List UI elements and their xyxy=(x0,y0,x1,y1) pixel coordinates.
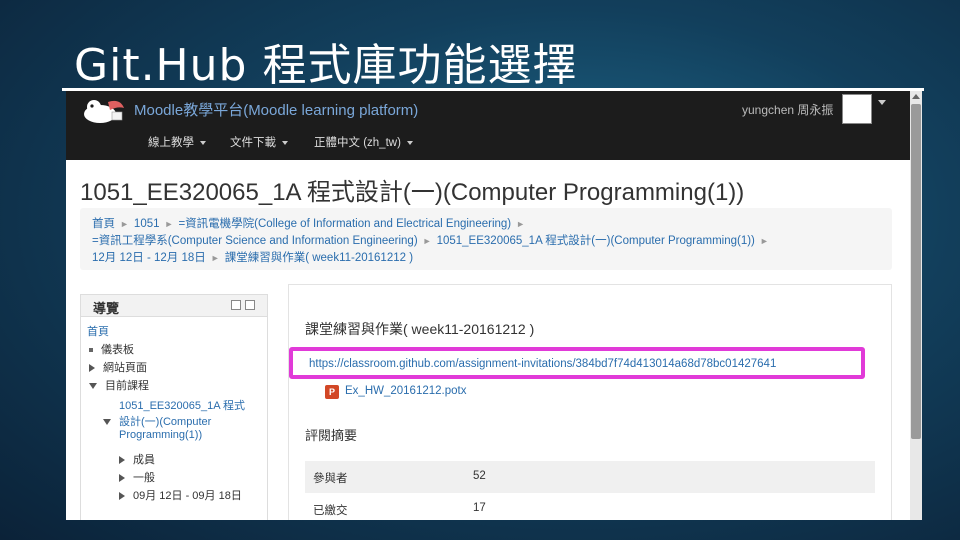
grading-summary-title: 評閱摘要 xyxy=(305,428,358,443)
menu-item-downloads[interactable]: 文件下載 xyxy=(230,134,288,150)
breadcrumb-separator-icon: ► xyxy=(422,236,432,246)
expand-arrow-icon xyxy=(89,364,95,373)
nav-item-general[interactable]: 一般 xyxy=(119,469,155,485)
expand-arrow-icon xyxy=(119,456,125,465)
breadcrumb-course[interactable]: 1051_EE320065_1A 程式設計(一)(Computer Progra… xyxy=(437,235,755,247)
breadcrumb-college[interactable]: =資訊電機學院(College of Information and Elect… xyxy=(178,218,511,230)
course-title: 1051_EE320065_1A 程式設計(一)(Computer Progra… xyxy=(80,179,745,206)
scroll-up-arrow-icon[interactable] xyxy=(912,94,920,99)
moodle-screenshot: Moodle教學平台(Moodle learning platform) yun… xyxy=(66,90,922,520)
summary-label: 參與者 xyxy=(313,473,348,485)
dock-block-icon[interactable] xyxy=(245,300,255,310)
summary-label: 已繳交 xyxy=(313,505,348,517)
menu-item-language[interactable]: 正體中文 (zh_tw) xyxy=(314,134,413,150)
nav-item-course-name-line1[interactable]: 1051_EE320065_1A 程式 xyxy=(119,397,245,413)
github-classroom-invitation-link[interactable]: https://classroom.github.com/assignment-… xyxy=(309,358,776,370)
chevron-down-icon xyxy=(406,140,413,145)
assignment-content: 課堂練習與作業( week11-20161212 ) https://class… xyxy=(288,284,892,520)
nav-item-home[interactable]: 首頁 xyxy=(87,323,109,339)
menu-item-online-teaching[interactable]: 線上教學 xyxy=(148,134,206,150)
user-name[interactable]: yungchen 周永振 xyxy=(742,101,833,118)
breadcrumb-week[interactable]: 12月 12日 - 12月 18日 xyxy=(92,252,206,264)
breadcrumb-separator-icon: ► xyxy=(759,236,769,246)
top-navbar: Moodle教學平台(Moodle learning platform) yun… xyxy=(66,90,910,160)
nav-item-site-pages[interactable]: 網站頁面 xyxy=(89,359,147,375)
navigation-block-header: 導覽 xyxy=(81,295,267,317)
breadcrumb: 首頁 ► 1051 ► =資訊電機學院(College of Information a… xyxy=(80,208,892,270)
table-row: 參與者 52 xyxy=(305,461,875,493)
scrollbar-thumb[interactable] xyxy=(911,104,921,439)
collapse-arrow-icon xyxy=(103,419,111,426)
breadcrumb-department[interactable]: =資訊工程學系(Computer Science and Information… xyxy=(92,235,418,247)
site-brand-link[interactable]: Moodle教學平台(Moodle learning platform) xyxy=(134,99,418,120)
grading-summary-table: 參與者 52 已繳交 17 xyxy=(305,461,875,520)
expand-arrow-icon xyxy=(119,492,125,501)
summary-value: 17 xyxy=(473,502,486,514)
collapse-block-icon[interactable] xyxy=(231,300,241,310)
moodle-logo-icon[interactable] xyxy=(80,94,126,124)
collapse-arrow-icon xyxy=(89,383,97,390)
nav-item-course-name-line3[interactable]: Programming(1)) xyxy=(119,429,202,441)
chevron-down-icon xyxy=(282,140,288,145)
user-menu-caret-icon[interactable] xyxy=(878,100,886,105)
breadcrumb-term[interactable]: 1051 xyxy=(134,218,160,230)
nav-item-dashboard[interactable]: 儀表板 xyxy=(89,341,134,357)
breadcrumb-assignment[interactable]: 課堂練習與作業( week11-20161212 ) xyxy=(225,252,413,264)
chevron-down-icon xyxy=(200,140,206,145)
breadcrumb-separator-icon: ► xyxy=(164,219,174,229)
navigation-block: 導覽 首頁 儀表板 網站頁面 目前課程 1051_EE320065_1A 程式 … xyxy=(80,294,268,520)
vertical-scrollbar[interactable] xyxy=(910,90,922,520)
nav-item-participants[interactable]: 成員 xyxy=(119,451,155,467)
breadcrumb-separator-icon: ► xyxy=(210,253,220,263)
breadcrumb-home[interactable]: 首頁 xyxy=(92,218,115,230)
nav-item-week[interactable]: 09月 12日 - 09月 18日 xyxy=(119,487,242,503)
powerpoint-file-icon[interactable]: P xyxy=(325,385,339,399)
breadcrumb-separator-icon: ► xyxy=(516,219,526,229)
table-row: 已繳交 17 xyxy=(305,493,875,520)
assignment-title: 課堂練習與作業( week11-20161212 ) xyxy=(305,321,535,337)
expand-arrow-icon xyxy=(119,474,125,483)
navigation-block-title: 導覽 xyxy=(93,301,120,316)
attachment-file-link[interactable]: Ex_HW_20161212.potx xyxy=(345,385,466,397)
nav-item-current-course[interactable]: 目前課程 xyxy=(89,377,149,393)
nav-item-course-name-line2[interactable]: 設計(一)(Computer xyxy=(103,413,211,429)
slide-title: Git.Hub 程式庫功能選擇 xyxy=(74,40,578,91)
breadcrumb-separator-icon: ► xyxy=(120,219,129,229)
summary-value: 52 xyxy=(473,470,486,482)
bullet-icon xyxy=(89,348,93,353)
user-avatar[interactable] xyxy=(842,94,872,124)
